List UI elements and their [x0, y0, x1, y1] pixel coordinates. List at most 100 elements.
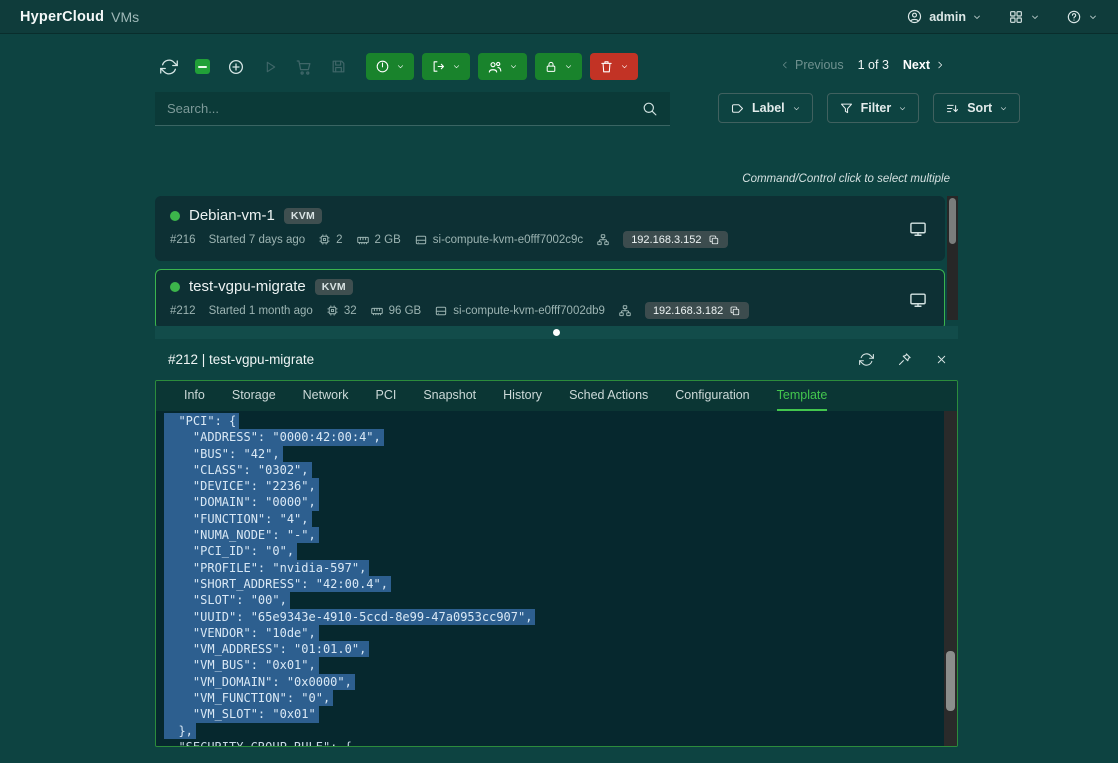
- vm-name: Debian-vm-1: [189, 207, 275, 224]
- vm-cpu: 32: [326, 304, 357, 317]
- cpu-icon: [326, 304, 339, 317]
- template-scrollbar-thumb[interactable]: [946, 651, 955, 711]
- chevron-left-icon: [780, 60, 790, 70]
- sort-dropdown-button[interactable]: Sort: [933, 93, 1020, 123]
- copy-icon[interactable]: [729, 305, 741, 317]
- label-dropdown-button[interactable]: Label: [718, 93, 813, 123]
- chevron-right-icon: [935, 60, 945, 70]
- chevron-down-icon: [396, 62, 405, 71]
- code-line: "VM_BUS": "0x01",: [164, 657, 957, 673]
- code-line: },: [164, 723, 957, 739]
- console-monitor-icon[interactable]: [908, 290, 928, 310]
- refresh-icon[interactable]: [859, 352, 874, 367]
- tab-pci[interactable]: PCI: [375, 381, 396, 411]
- chevron-down-icon: [792, 104, 801, 113]
- status-dot-running: [170, 211, 180, 221]
- vm-id: #212: [170, 305, 196, 317]
- help-menu[interactable]: [1066, 9, 1098, 25]
- vm-toolbar: [160, 53, 638, 80]
- chevron-down-icon: [620, 62, 629, 71]
- template-code-view[interactable]: "PCI": { "ADDRESS": "0000:42:00:4", "BUS…: [156, 411, 957, 746]
- vm-list-scrollbar[interactable]: [947, 196, 958, 320]
- vm-ip-badge[interactable]: 192.168.3.152: [623, 231, 727, 248]
- code-line-clipped: "SECURITY_GROUP_RULE": {: [164, 739, 957, 746]
- template-scrollbar[interactable]: [944, 411, 957, 746]
- create-vm-icon[interactable]: [227, 58, 245, 76]
- vm-list: Debian-vm-1 KVM #216 Started 7 days ago …: [155, 196, 945, 338]
- tab-sched-actions[interactable]: Sched Actions: [569, 381, 648, 411]
- host-drive-icon: [414, 233, 428, 247]
- vm-id: #216: [170, 234, 196, 246]
- user-menu[interactable]: admin: [906, 8, 982, 25]
- search-bar: [155, 92, 670, 126]
- code-line: "BUS": "42",: [164, 446, 957, 462]
- vm-memory: 2 GB: [356, 233, 401, 247]
- chevron-down-icon: [509, 62, 518, 71]
- help-circle-icon: [1066, 9, 1082, 25]
- close-icon[interactable]: [935, 353, 948, 366]
- hypervisor-badge: KVM: [284, 208, 322, 224]
- pin-icon[interactable]: [897, 352, 912, 367]
- previous-page-button[interactable]: Previous: [780, 58, 844, 72]
- play-icon: [262, 59, 278, 75]
- vm-card-debian-vm-1[interactable]: Debian-vm-1 KVM #216 Started 7 days ago …: [155, 196, 945, 261]
- code-line: "SHORT_ADDRESS": "42:00.4",: [164, 576, 957, 592]
- chevron-down-icon: [452, 62, 461, 71]
- code-line: "VM_FUNCTION": "0",: [164, 690, 957, 706]
- select-all-checkbox-indeterminate[interactable]: [195, 59, 210, 74]
- label-tag-icon: [730, 101, 745, 116]
- power-dropdown-button[interactable]: [366, 53, 414, 80]
- console-monitor-icon[interactable]: [908, 219, 928, 239]
- memory-icon: [370, 304, 384, 318]
- vm-card-title-row: test-vgpu-migrate KVM: [170, 278, 930, 295]
- app-section-label: VMs: [111, 9, 139, 25]
- code-line: "VM_SLOT": "0x01": [164, 706, 957, 722]
- migrate-dropdown-button[interactable]: [422, 53, 470, 80]
- topbar-right: admin: [906, 8, 1098, 25]
- code-line: "VENDOR": "10de",: [164, 625, 957, 641]
- filter-dropdown-button[interactable]: Filter: [827, 93, 920, 123]
- vm-card-test-vgpu-migrate[interactable]: test-vgpu-migrate KVM #212 Started 1 mon…: [155, 269, 945, 330]
- tab-template[interactable]: Template: [777, 381, 828, 411]
- code-line: "ADDRESS": "0000:42:00:4",: [164, 429, 957, 445]
- lock-dropdown-button[interactable]: [535, 53, 582, 80]
- tab-history[interactable]: History: [503, 381, 542, 411]
- detail-tabs: Info Storage Network PCI Snapshot Histor…: [156, 381, 957, 411]
- tab-network[interactable]: Network: [303, 381, 349, 411]
- search-input[interactable]: [167, 101, 641, 116]
- sort-icon: [945, 101, 960, 116]
- tab-snapshot[interactable]: Snapshot: [423, 381, 476, 411]
- delete-dropdown-button[interactable]: [590, 53, 638, 80]
- detail-panel: Info Storage Network PCI Snapshot Histor…: [155, 380, 958, 747]
- tab-storage[interactable]: Storage: [232, 381, 276, 411]
- ownership-dropdown-button[interactable]: [478, 53, 527, 80]
- code-line: "PCI": {: [164, 413, 957, 429]
- topbar: HyperCloud VMs admin: [0, 0, 1118, 34]
- chevron-down-icon: [898, 104, 907, 113]
- search-icon[interactable]: [641, 100, 658, 117]
- apps-menu[interactable]: [1008, 9, 1040, 25]
- migrate-icon: [431, 59, 446, 74]
- vm-card-meta-row: #216 Started 7 days ago 2 2 GB si-comput…: [170, 231, 930, 248]
- code-line: "SLOT": "00",: [164, 592, 957, 608]
- vm-list-scrollbar-thumb[interactable]: [949, 198, 956, 244]
- panel-resize-handle[interactable]: [155, 326, 958, 339]
- vm-ip-badge[interactable]: 192.168.3.182: [645, 302, 749, 319]
- code-line: "PROFILE": "nvidia-597",: [164, 560, 957, 576]
- refresh-icon[interactable]: [160, 58, 178, 76]
- resize-handle-dot: [553, 329, 560, 336]
- network-icon: [596, 233, 610, 247]
- tab-configuration[interactable]: Configuration: [675, 381, 749, 411]
- memory-icon: [356, 233, 370, 247]
- vm-memory: 96 GB: [370, 304, 422, 318]
- next-page-button[interactable]: Next: [903, 58, 945, 72]
- chevron-down-icon: [564, 62, 573, 71]
- chevron-down-icon: [1030, 12, 1040, 22]
- code-line: "VM_DOMAIN": "0x0000",: [164, 674, 957, 690]
- tab-info[interactable]: Info: [184, 381, 205, 411]
- vm-cpu: 2: [318, 233, 342, 246]
- apps-grid-icon: [1008, 9, 1024, 25]
- detail-actions: [859, 352, 958, 367]
- copy-icon[interactable]: [708, 234, 720, 246]
- power-icon: [375, 59, 390, 74]
